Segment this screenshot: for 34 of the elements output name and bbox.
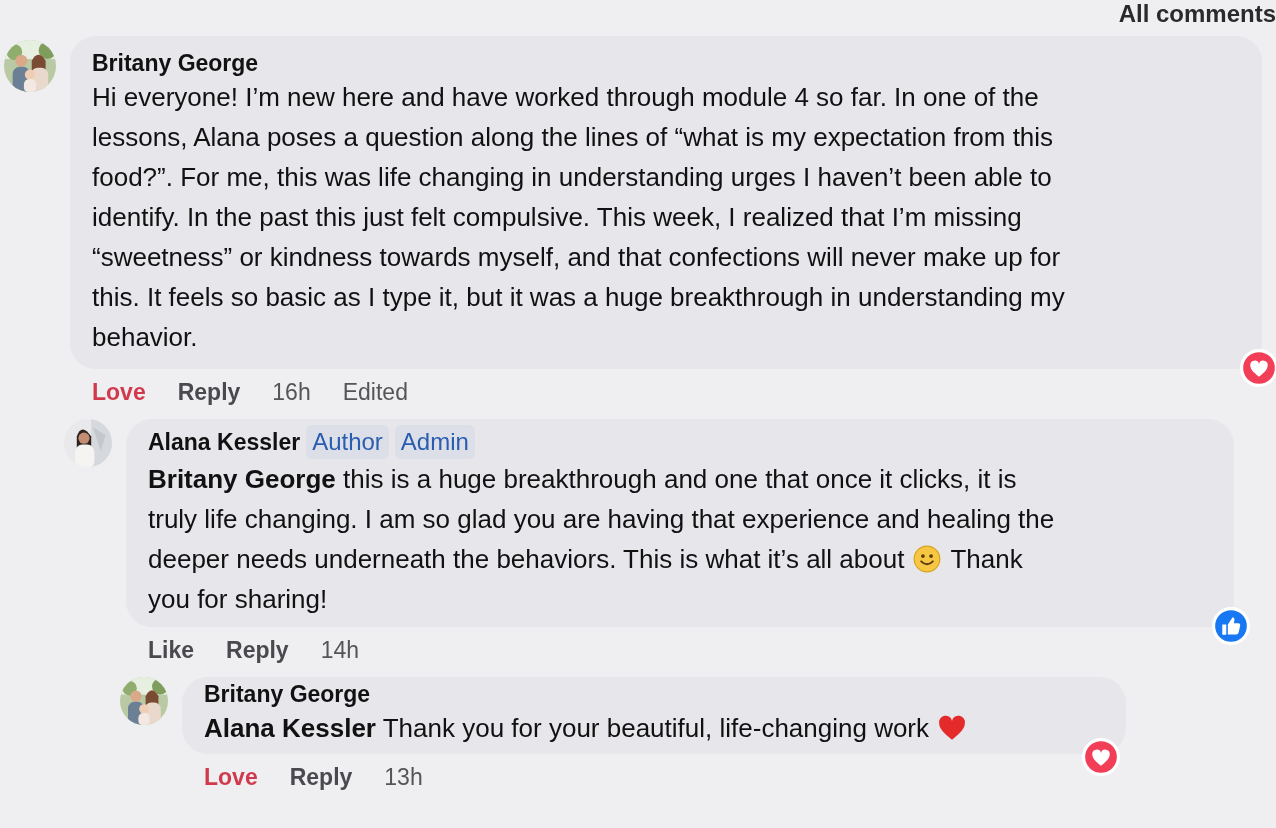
reply-link[interactable]: Reply [177,377,241,415]
like-link[interactable]: Like [148,635,195,673]
comment-text: truly life changing. I am so glad you are having that experience and healing the [148,503,1055,536]
comment-text: Alana Kessler Thank you for your beautiful, life-changing work [204,712,930,745]
comment-text: you for sharing! [148,583,328,616]
heart-icon [938,714,967,742]
author-name[interactable]: Britany George [204,681,371,708]
comment-text: “sweetness” or kindness towards myself, and that confections will never make up for [92,241,1061,274]
author-name[interactable]: Britany George [92,50,259,77]
love-link[interactable]: Love [92,377,146,415]
comment-text: deeper needs underneath the behaviors. This is what it’s all about [148,543,905,576]
comment-text: this. It feels so basic as I type it, but it was a huge breakthrough in understanding my [92,281,1065,314]
comment-text: food?”. For me, this was life changing in understanding urges I haven’t been able to [92,161,1052,194]
timestamp-text: 16h [272,378,311,407]
thumbs-up-reaction-icon[interactable] [1212,607,1250,645]
timestamp-text: 13h [384,763,423,792]
smiley-icon [913,545,942,573]
heart-reaction-icon[interactable] [1082,738,1120,776]
comment-text: behavior. [92,321,198,354]
reply-link[interactable]: Reply [226,635,289,673]
timestamp-text: 14h [320,636,360,665]
heart-reaction-icon[interactable] [1240,349,1276,387]
comment-text: Britany George this is a huge breakthrough and one that once it clicks, it is [148,463,1017,496]
comment-text: Thank [950,543,1023,576]
role-badge: Admin [394,425,475,459]
comment-text: Hi everyone! I’m new here and have worked through module 4 so far. In one of the [92,81,1039,114]
comment-text: identify. In the past this just felt compulsive. This week, I realized that I’m missing [92,201,1022,234]
timestamp-text: Edited [342,378,408,407]
reply-link[interactable]: Reply [289,762,353,800]
author-name[interactable]: Alana Kessler [148,428,301,456]
comment-text: lessons, Alana poses a question along the lines of “what is my expectation from this [92,121,1054,154]
role-badge: Author [306,425,389,459]
love-link[interactable]: Love [204,762,258,800]
sort-menu[interactable]: All comments [1118,0,1276,36]
